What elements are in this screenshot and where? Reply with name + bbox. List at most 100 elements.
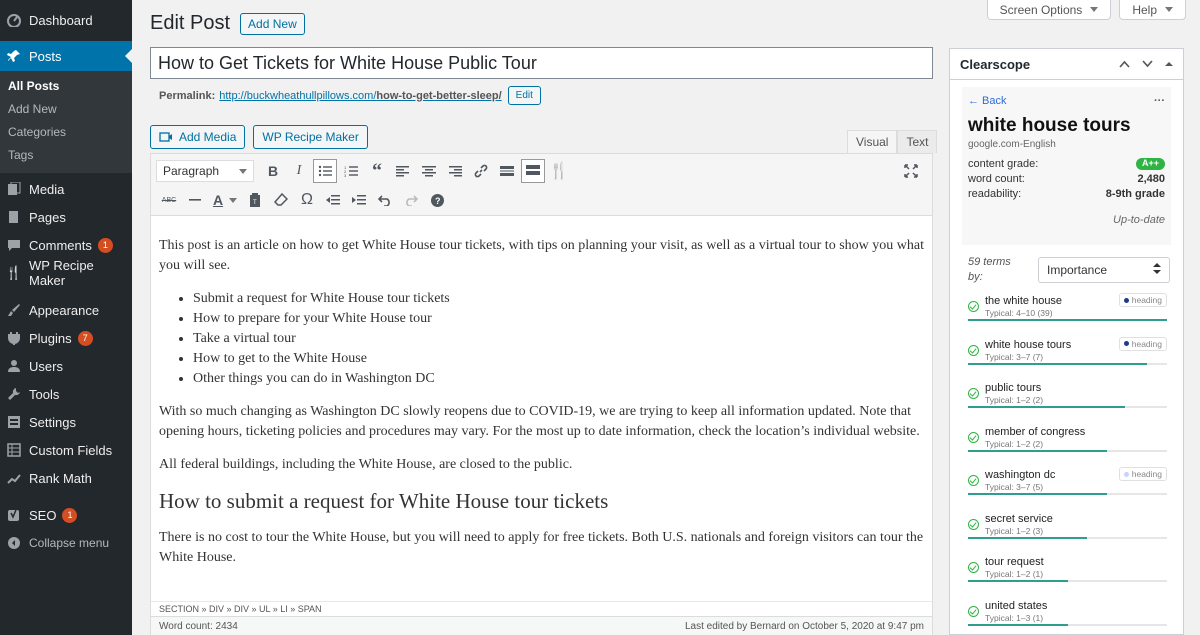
term-row[interactable]: washington dc Typical: 3–7 (5) heading [968,465,1167,509]
post-title-input[interactable] [150,47,933,79]
toolbar-toggle-icon[interactable] [521,159,545,183]
paste-as-text-icon[interactable]: T [242,187,268,213]
format-select[interactable]: Paragraph [156,160,254,182]
add-new-button[interactable]: Add New [240,12,305,35]
sidebar-item-label: Tools [29,386,60,402]
align-left-icon[interactable] [390,158,416,184]
triangle-down-icon [229,197,238,203]
term-name: white house tours [985,338,1072,351]
bold-icon[interactable]: B [260,158,286,184]
collapse-panel-icon[interactable] [1165,57,1173,71]
text-color-icon[interactable]: A [208,187,242,213]
check-circle-icon [968,344,979,356]
user-icon [6,358,22,374]
editor-tabs: Visual Text [847,130,938,153]
align-right-icon[interactable] [442,158,468,184]
chevron-up-icon[interactable] [1119,57,1130,71]
more-options-icon[interactable]: ··· [1154,95,1165,107]
screen-options-button[interactable]: Screen Options [986,0,1112,20]
sidebar-item-label: Appearance [29,302,100,318]
recipe-icon[interactable]: 🍴 [546,158,572,184]
tab-visual[interactable]: Visual [847,130,898,153]
sidebar-item-seo[interactable]: SEO 1 [0,501,132,529]
pages-icon [6,209,22,225]
special-character-icon[interactable]: Ω [294,187,320,213]
numbered-list-icon[interactable]: 123 [338,158,364,184]
sidebar-item-tools[interactable]: Tools [0,380,132,408]
blockquote-icon[interactable]: “ [364,158,390,184]
chevron-down-icon[interactable] [1142,57,1153,71]
term-progress-track [968,536,1167,539]
add-media-button[interactable]: Add Media [150,125,246,149]
term-name: tour request [985,556,1044,568]
readability-value: 8-9th grade [1105,188,1165,200]
tab-text[interactable]: Text [897,130,938,153]
sidebar-item-posts[interactable]: Posts [0,41,132,71]
term-typical: Typical: 1–2 (1) [985,569,1044,579]
term-row[interactable]: the white house Typical: 4–10 (39) heading [968,291,1167,335]
term-row[interactable]: secret service Typical: 1–2 (3) [968,509,1167,553]
editor-content[interactable]: This post is an article on how to get Wh… [151,216,932,601]
read-more-icon[interactable] [494,158,520,184]
indent-icon[interactable] [346,187,372,213]
sidebar-item-custom-fields[interactable]: Custom Fields [0,436,132,464]
bulleted-list-icon[interactable] [313,159,337,183]
submenu-add-new[interactable]: Add New [0,98,132,121]
search-database: google.com-English [968,139,1056,150]
settings-icon [6,414,22,430]
triangle-down-icon [1090,7,1099,12]
fork-knife-icon: 🍴 [5,265,23,280]
sidebar-item-settings[interactable]: Settings [0,408,132,436]
target-keyword: white house tours [968,115,1131,136]
collapse-menu-button[interactable]: Collapse menu [0,529,132,557]
svg-text:3: 3 [344,173,347,177]
fullscreen-icon[interactable] [898,158,924,184]
sidebar-item-plugins[interactable]: Plugins 7 [0,324,132,352]
strikethrough-icon[interactable]: ABC [156,187,182,213]
redo-icon[interactable] [398,187,424,213]
sidebar-item-dashboard[interactable]: Dashboard [0,6,132,34]
italic-icon[interactable]: I [286,158,312,184]
submenu-all-posts[interactable]: All Posts [0,75,132,98]
horizontal-line-icon[interactable] [182,187,208,213]
sidebar-item-media[interactable]: Media [0,175,132,203]
sidebar-item-rank-math[interactable]: Rank Math [0,464,132,492]
wp-recipe-maker-button[interactable]: WP Recipe Maker [253,125,368,149]
tag-label: heading [1131,469,1162,479]
term-row[interactable]: public tours Typical: 1–2 (2) [968,378,1167,422]
format-select-value: Paragraph [163,164,220,178]
help-circle-icon[interactable]: ? [424,187,450,213]
sidebar-item-pages[interactable]: Pages [0,203,132,231]
terms-list: the white house Typical: 4–10 (39) heading… [950,291,1183,635]
permalink-edit-button[interactable]: Edit [507,86,541,105]
sort-select[interactable]: Importance [1038,257,1170,283]
permalink-link[interactable]: http://buckwheathullpillows.com/how-to-g… [219,90,501,102]
heading-tag: heading [1118,467,1167,481]
sidebar-item-appearance[interactable]: Appearance [0,296,132,324]
sidebar-item-users[interactable]: Users [0,352,132,380]
sidebar-item-comments[interactable]: Comments 1 [0,231,132,259]
media-buttons: Add Media WP Recipe Maker [150,125,368,149]
submenu-categories[interactable]: Categories [0,121,132,144]
link-icon[interactable] [468,158,494,184]
align-center-icon[interactable] [416,158,442,184]
brush-icon [6,302,22,318]
help-button[interactable]: Help [1119,0,1186,20]
clear-formatting-icon[interactable] [268,187,294,213]
pin-icon [6,48,22,64]
term-row[interactable]: white house tours Typical: 3–7 (7) heading [968,335,1167,379]
collapse-icon [6,535,22,551]
term-progress-track [968,406,1167,408]
sidebar-item-wp-recipe-maker[interactable]: 🍴 WP Recipe Maker [0,258,132,288]
back-link[interactable]: ← Back [968,95,1007,107]
term-row[interactable]: member of congress Typical: 1–2 (2) [968,422,1167,466]
term-row[interactable]: tour request Typical: 1–2 (1) [968,552,1167,596]
help-label: Help [1132,2,1157,17]
term-row[interactable]: united states Typical: 1–3 (1) [968,596,1167,635]
submenu-tags[interactable]: Tags [0,144,132,167]
undo-icon[interactable] [372,187,398,213]
list-item: Submit a request for White House tour ti… [193,289,924,309]
term-progress-fill [968,449,1108,452]
outdent-icon[interactable] [320,187,346,213]
covid-paragraph: With so much changing as Washington DC s… [159,404,920,439]
